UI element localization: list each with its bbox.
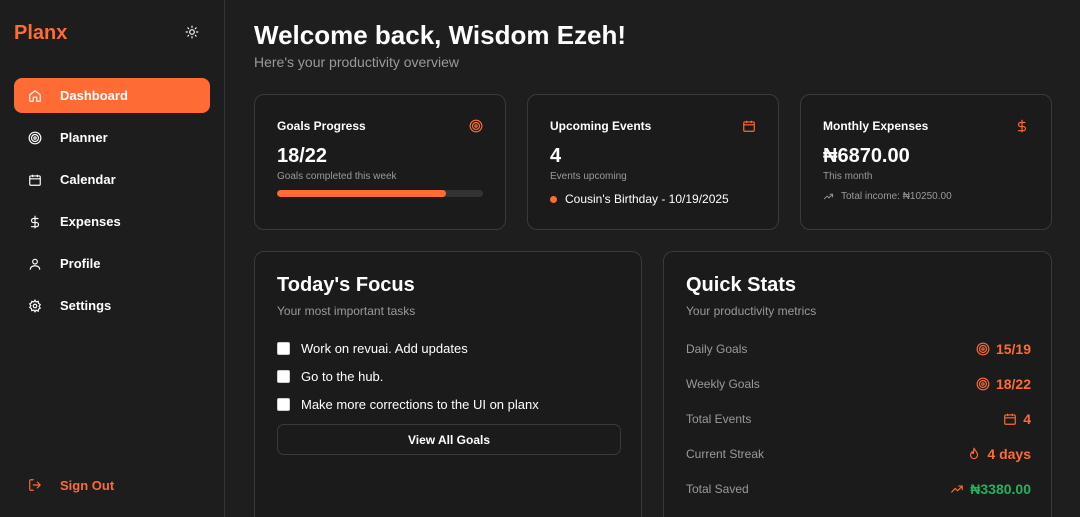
income-text: Total income: ₦10250.00: [841, 191, 952, 202]
stat-value-group: 15/19: [976, 341, 1031, 357]
income-line: Total income: ₦10250.00: [823, 191, 952, 202]
sidebar-item-label: Profile: [60, 256, 101, 271]
target-icon: [468, 118, 483, 133]
brand-logo[interactable]: Planx: [14, 22, 67, 45]
sign-out-button[interactable]: Sign Out: [14, 474, 210, 496]
stat-value-group: 4 days: [967, 446, 1031, 462]
stat-label: Current Streak: [686, 447, 765, 461]
todays-focus-panel: Today's Focus Your most important tasks …: [254, 251, 642, 517]
page-subtitle: Here's your productivity overview: [254, 54, 459, 70]
panel-title: Today's Focus: [277, 274, 415, 296]
stat-value: 4 days: [987, 446, 1031, 462]
event-text: Cousin's Birthday - 10/19/2025: [565, 192, 729, 206]
user-icon: [28, 257, 42, 271]
target-icon: [976, 342, 990, 356]
card-label: Monthly Expenses: [823, 119, 929, 133]
goals-progress-fill: [277, 190, 446, 197]
task-item[interactable]: Make more corrections to the UI on planx: [277, 397, 539, 412]
sidebar-item-dashboard[interactable]: Dashboard: [14, 78, 210, 113]
sidebar: Planx Dashboard Planner Calendar Expense…: [0, 0, 225, 517]
goals-sub: Goals completed this week: [277, 171, 397, 182]
stat-row-weekly-goals: Weekly Goals 18/22: [686, 374, 1031, 394]
card-label: Goals Progress: [277, 119, 366, 133]
flame-icon: [967, 447, 981, 461]
events-value: 4: [550, 145, 562, 167]
sidebar-item-calendar[interactable]: Calendar: [14, 162, 210, 197]
sidebar-item-profile[interactable]: Profile: [14, 246, 210, 281]
stat-row-daily-goals: Daily Goals 15/19: [686, 339, 1031, 359]
task-label: Make more corrections to the UI on planx: [301, 397, 539, 412]
sidebar-item-label: Dashboard: [60, 88, 128, 103]
panel-subtitle: Your most important tasks: [277, 304, 416, 318]
stat-value-group: ₦3380.00: [950, 481, 1031, 497]
task-label: Work on revuai. Add updates: [301, 341, 468, 356]
stat-label: Total Saved: [686, 482, 749, 496]
stat-value: 15/19: [995, 341, 1031, 357]
task-checkbox[interactable]: [277, 398, 290, 411]
upcoming-events-card: Upcoming Events 4 Events upcoming Cousin…: [527, 94, 779, 230]
task-checkbox[interactable]: [277, 370, 290, 383]
stat-value: 4: [1023, 411, 1031, 427]
theme-toggle-sun-icon[interactable]: [184, 24, 200, 40]
sidebar-item-label: Planner: [60, 130, 108, 145]
calendar-icon: [28, 173, 42, 187]
target-icon: [976, 377, 990, 391]
trending-up-icon: [950, 482, 964, 496]
calendar-icon: [741, 118, 756, 133]
sidebar-item-settings[interactable]: Settings: [14, 288, 210, 323]
quick-stats-panel: Quick Stats Your productivity metrics Da…: [663, 251, 1052, 517]
panel-subtitle: Your productivity metrics: [686, 304, 817, 318]
expenses-sub: This month: [823, 171, 873, 182]
logout-icon: [28, 478, 42, 492]
goals-progress-card: Goals Progress 18/22 Goals completed thi…: [254, 94, 506, 230]
trending-up-icon: [823, 191, 834, 202]
gear-icon: [28, 298, 42, 313]
stat-label: Weekly Goals: [686, 377, 760, 391]
events-sub: Events upcoming: [550, 171, 627, 182]
goals-progress-bar: [277, 190, 483, 197]
task-item[interactable]: Work on revuai. Add updates: [277, 341, 468, 356]
panel-title: Quick Stats: [686, 274, 797, 296]
stat-label: Total Events: [686, 412, 752, 426]
stat-row-total-saved: Total Saved ₦3380.00: [686, 479, 1031, 499]
card-label: Upcoming Events: [550, 119, 652, 133]
stat-label: Daily Goals: [686, 342, 748, 356]
stat-value: ₦3380.00: [970, 481, 1031, 497]
view-all-goals-button[interactable]: View All Goals: [277, 424, 621, 455]
event-dot: [550, 195, 557, 203]
sidebar-nav: Dashboard Planner Calendar Expenses Prof…: [14, 78, 210, 330]
sidebar-item-planner[interactable]: Planner: [14, 120, 210, 155]
sidebar-item-label: Expenses: [60, 214, 121, 229]
expenses-value: ₦6870.00: [823, 145, 910, 167]
stat-value: 18/22: [995, 376, 1031, 392]
home-icon: [28, 89, 42, 103]
dollar-icon: [1014, 118, 1029, 133]
dollar-icon: [28, 215, 42, 229]
stat-value-group: 4: [1003, 411, 1031, 427]
goals-value: 18/22: [277, 145, 328, 167]
target-icon: [28, 131, 42, 145]
stat-row-total-events: Total Events 4: [686, 409, 1031, 429]
task-item[interactable]: Go to the hub.: [277, 369, 383, 384]
event-item[interactable]: Cousin's Birthday - 10/19/2025: [550, 192, 729, 206]
sidebar-item-label: Settings: [60, 298, 112, 313]
sidebar-item-label: Calendar: [60, 172, 116, 187]
task-checkbox[interactable]: [277, 342, 290, 355]
calendar-icon: [1003, 412, 1017, 426]
page-title: Welcome back, Wisdom Ezeh!: [254, 20, 627, 50]
sidebar-item-expenses[interactable]: Expenses: [14, 204, 210, 239]
stat-value-group: 18/22: [976, 376, 1031, 392]
monthly-expenses-card: Monthly Expenses ₦6870.00 This month Tot…: [800, 94, 1052, 230]
task-label: Go to the hub.: [301, 369, 384, 384]
stat-row-current-streak: Current Streak 4 days: [686, 444, 1031, 464]
sign-out-label: Sign Out: [60, 477, 115, 493]
